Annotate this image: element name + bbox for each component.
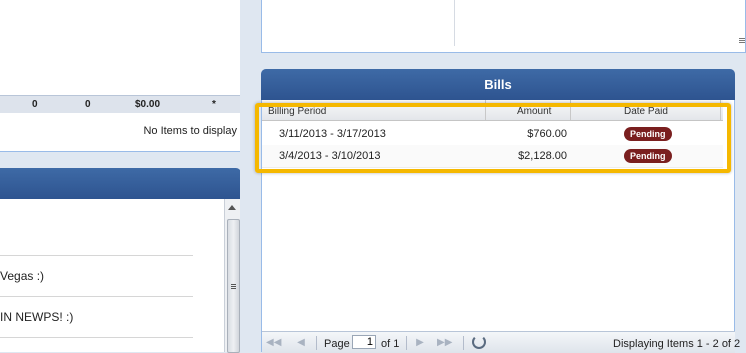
status-badge: Pending	[624, 127, 672, 141]
left-top-panel	[0, 0, 241, 95]
bills-panel-header: Bills	[261, 69, 735, 100]
grip-icon	[739, 38, 745, 39]
messages-list: Vegas :) IN NEWPS! :)	[0, 199, 224, 352]
message-text: IN NEWPS! :)	[0, 310, 74, 324]
summary-cell: *	[212, 99, 216, 110]
column-separator[interactable]	[720, 100, 721, 120]
bills-title: Bills	[484, 77, 512, 92]
toolbar-separator	[463, 336, 464, 350]
summary-cell: 0	[85, 99, 91, 110]
page-count-label: of 1	[381, 338, 400, 350]
vertical-scrollbar[interactable]	[224, 199, 241, 353]
empty-grid-area: No Items to display	[0, 113, 241, 152]
column-separator[interactable]	[570, 100, 571, 120]
first-page-icon[interactable]: ◀◀	[266, 337, 281, 349]
billing-period-cell: 3/11/2013 - 3/17/2013	[279, 128, 386, 140]
next-page-icon[interactable]: ▶	[413, 337, 427, 349]
no-items-text: No Items to display	[143, 125, 237, 137]
message-text: Vegas :)	[0, 269, 45, 283]
summary-row: 0 0 $0.00 *	[0, 95, 240, 115]
amount-cell: $2,128.00	[518, 150, 567, 162]
paging-display-text: Displaying Items 1 - 2 of 2	[613, 338, 741, 350]
scroll-thumb[interactable]	[227, 219, 240, 353]
column-billing-period[interactable]: Billing Period	[268, 106, 326, 117]
column-separator[interactable]	[485, 100, 486, 120]
toolbar-separator	[406, 336, 407, 350]
grip-icon	[739, 40, 745, 41]
amount-cell: $760.00	[527, 128, 567, 140]
paging-toolbar: ◀◀ ◀ Page of 1 ▶ ▶▶ Displaying Items 1 -…	[262, 331, 740, 353]
billing-period-cell: 3/4/2013 - 3/10/2013	[279, 150, 381, 162]
table-row[interactable]: 3/4/2013 - 3/10/2013 $2,128.00 Pending	[262, 145, 723, 168]
page-label: Page	[324, 338, 350, 350]
table-row[interactable]: 3/11/2013 - 3/17/2013 $760.00 Pending	[262, 123, 723, 146]
right-scrollbar[interactable]	[736, 0, 746, 60]
grip-icon	[231, 288, 236, 289]
refresh-icon[interactable]	[472, 335, 486, 349]
messages-panel: Vegas :) IN NEWPS! :)	[0, 168, 241, 353]
prev-page-icon[interactable]: ◀	[294, 337, 308, 349]
panel-divider	[454, 0, 455, 46]
status-badge: Pending	[624, 149, 672, 163]
grip-icon	[231, 284, 236, 285]
toolbar-separator	[316, 336, 317, 350]
grip-icon	[231, 286, 236, 287]
last-page-icon[interactable]: ▶▶	[437, 337, 452, 349]
summary-cell: 0	[32, 99, 38, 110]
right-top-panel	[261, 0, 746, 53]
summary-cell: $0.00	[135, 99, 161, 110]
list-item[interactable]	[0, 215, 193, 256]
column-date-paid[interactable]: Date Paid	[624, 106, 668, 117]
messages-panel-header	[0, 168, 241, 199]
page-number-input[interactable]	[352, 335, 376, 349]
grip-icon	[739, 42, 745, 43]
scroll-up-icon[interactable]	[228, 205, 236, 210]
list-item[interactable]: IN NEWPS! :)	[0, 297, 193, 338]
column-amount[interactable]: Amount	[517, 106, 551, 117]
list-item[interactable]: Vegas :)	[0, 256, 193, 297]
bills-column-header: Billing Period Amount Date Paid	[262, 100, 723, 121]
column-splitter[interactable]	[240, 0, 261, 352]
